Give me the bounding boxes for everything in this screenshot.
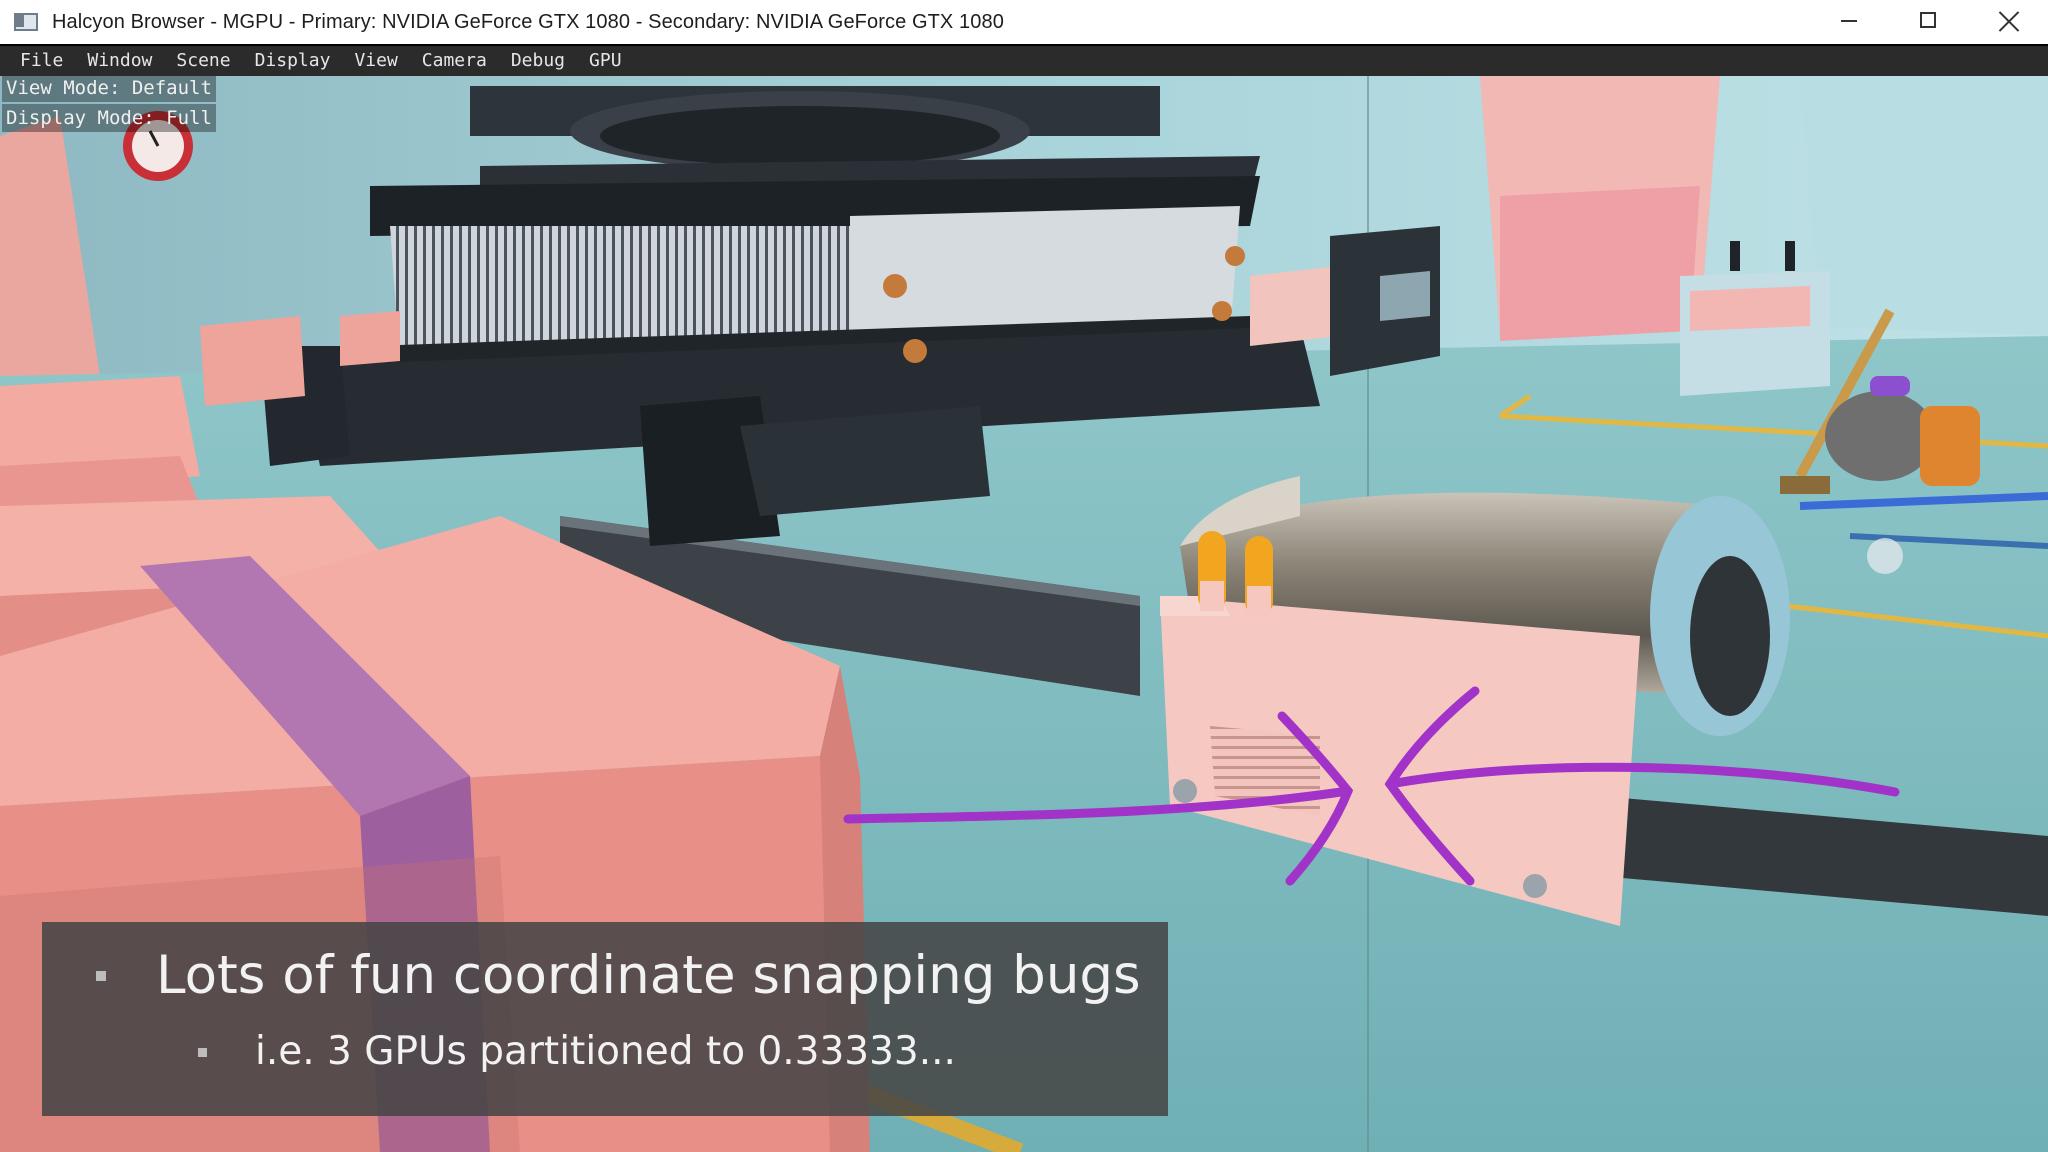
caption-bullet-2-text: i.e. 3 GPUs partitioned to 0.33333... bbox=[255, 1029, 956, 1074]
bullet-square-icon bbox=[96, 971, 106, 981]
bullet-square-icon bbox=[198, 1047, 207, 1057]
window-title: Halcyon Browser - MGPU - Primary: NVIDIA… bbox=[52, 10, 1004, 33]
window-app-icon bbox=[14, 11, 40, 33]
minimize-button[interactable] bbox=[1808, 0, 1888, 40]
menu-file[interactable]: File bbox=[0, 46, 75, 76]
menu-display[interactable]: Display bbox=[243, 46, 343, 76]
close-button[interactable] bbox=[1968, 0, 2048, 40]
maximize-button[interactable] bbox=[1888, 0, 1968, 40]
menu-gpu[interactable]: GPU bbox=[577, 46, 634, 76]
menu-bar: File Window Scene Display View Camera De… bbox=[0, 46, 2048, 76]
slide-caption: Lots of fun coordinate snapping bugs i.e… bbox=[42, 922, 1168, 1116]
menu-scene[interactable]: Scene bbox=[164, 46, 242, 76]
menu-debug[interactable]: Debug bbox=[499, 46, 577, 76]
window-title-bar[interactable]: Halcyon Browser - MGPU - Primary: NVIDIA… bbox=[0, 0, 2048, 44]
menu-window[interactable]: Window bbox=[75, 46, 164, 76]
menu-camera[interactable]: Camera bbox=[410, 46, 499, 76]
close-icon bbox=[1998, 10, 2020, 32]
maximize-icon bbox=[1920, 12, 1936, 28]
caption-bullet-2: i.e. 3 GPUs partitioned to 0.33333... bbox=[198, 1024, 956, 1080]
minimize-icon bbox=[1841, 20, 1857, 22]
caption-bullet-1: Lots of fun coordinate snapping bugs bbox=[96, 942, 1141, 1010]
caption-bullet-1-text: Lots of fun coordinate snapping bugs bbox=[156, 945, 1141, 1006]
display-mode-label: Display Mode: Full bbox=[2, 104, 216, 132]
view-mode-label: View Mode: Default bbox=[2, 76, 216, 102]
menu-view[interactable]: View bbox=[342, 46, 409, 76]
